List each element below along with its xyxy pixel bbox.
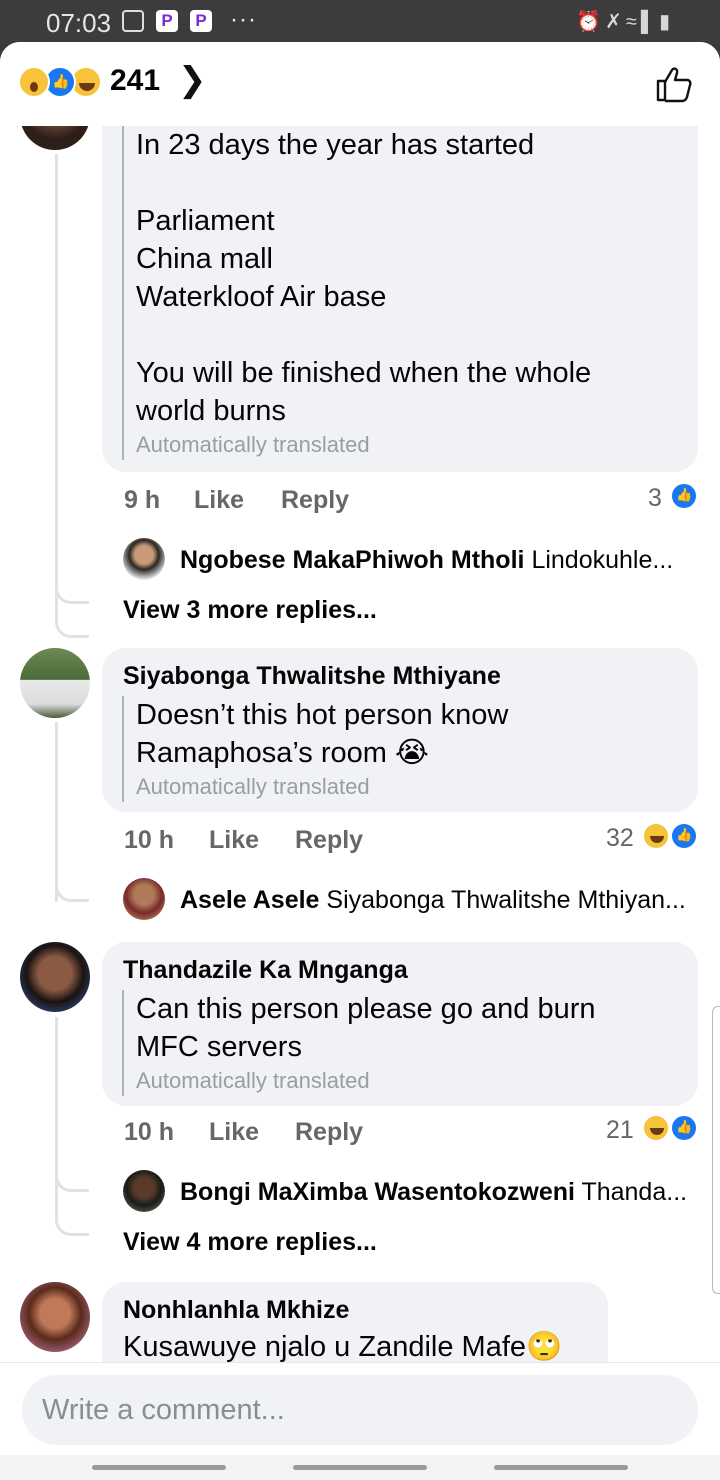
comments-sheet: 241 ❯ In 23 days the year has started Pa… <box>0 42 720 1480</box>
avatar[interactable] <box>20 648 90 718</box>
wow-reaction-icon <box>18 66 50 98</box>
comment-text: Doesn’t this hot person know Ramaphosa’s… <box>122 696 508 802</box>
reply-preview[interactable]: Asele Asele Siyabonga Thwalitshe Mthiyan… <box>180 886 686 915</box>
nav-back-button[interactable] <box>494 1465 628 1470</box>
wifi-icon: ≈ <box>625 11 641 33</box>
thread-connector <box>55 872 89 902</box>
mute-icon: ✗ <box>605 11 626 33</box>
reply-button[interactable]: Reply <box>295 826 363 855</box>
like-button[interactable]: Like <box>209 1118 259 1147</box>
reaction-count[interactable]: 3 <box>648 484 662 513</box>
like-button[interactable]: Like <box>209 826 259 855</box>
comment-bubble: In 23 days the year has started Parliame… <box>102 82 698 472</box>
status-time: 07:03 <box>46 8 112 38</box>
reaction-count[interactable]: 21 <box>606 1116 634 1145</box>
comment-composer <box>0 1362 720 1480</box>
avatar[interactable] <box>123 538 165 580</box>
translated-note[interactable]: Automatically translated <box>136 430 591 460</box>
status-bar: 07:03 P P ··· ⏰✗≈▌▮ <box>0 0 720 44</box>
comment-time: 10 h <box>124 1118 175 1146</box>
thread-connector <box>55 1172 89 1236</box>
gallery-icon <box>122 10 144 32</box>
more-dots-icon: ··· <box>230 6 257 33</box>
avatar[interactable] <box>20 1282 90 1352</box>
reaction-count[interactable]: 32 <box>606 824 634 853</box>
comment-bubble: Siyabonga Thwalitshe Mthiyane Doesn’t th… <box>102 648 698 812</box>
like-button[interactable]: Like <box>194 486 244 515</box>
like-thumb-icon[interactable] <box>654 64 694 104</box>
like-reaction-icon <box>670 822 698 850</box>
nav-recent-button[interactable] <box>92 1465 226 1470</box>
haha-reaction-icon <box>642 1114 670 1142</box>
reaction-count[interactable]: 241 <box>110 64 160 98</box>
comment-text: Kusawuye njalo u Zandile Mafe🙄 <box>123 1331 563 1363</box>
sheet-header: 241 ❯ <box>0 42 720 126</box>
comment-input[interactable] <box>42 1375 672 1445</box>
signal-icon: ▌ <box>640 11 659 33</box>
reply-preview[interactable]: Bongi MaXimba Wasentokozweni Thanda... <box>180 1178 687 1207</box>
system-status-icons: ⏰✗≈▌▮ <box>576 9 674 34</box>
like-reaction-icon <box>670 482 698 510</box>
commenter-name[interactable]: Siyabonga Thwalitshe Mthiyane <box>123 662 501 691</box>
thread-line <box>55 154 58 606</box>
avatar[interactable] <box>20 942 90 1012</box>
reply-button[interactable]: Reply <box>295 1118 363 1147</box>
like-reaction-icon <box>670 1114 698 1142</box>
comment-bubble: Thandazile Ka Mnganga Can this person pl… <box>102 942 698 1106</box>
comment-time: 10 h <box>124 826 175 854</box>
view-more-replies-link[interactable]: View 4 more replies... <box>123 1228 377 1257</box>
scrollbar[interactable] <box>712 1006 720 1294</box>
commenter-name[interactable]: Nonhlanhla Mkhize <box>123 1296 349 1325</box>
reply-preview[interactable]: Ngobese MakaPhiwoh Mtholi Lindokuhle... <box>180 546 673 575</box>
p-app-icon: P <box>190 10 212 32</box>
thread-connector <box>55 578 89 638</box>
chevron-right-icon[interactable]: ❯ <box>178 60 207 100</box>
alarm-icon: ⏰ <box>576 11 606 33</box>
translated-note[interactable]: Automatically translated <box>136 772 508 802</box>
haha-reaction-icon <box>642 822 670 850</box>
comment-input-field[interactable] <box>22 1375 698 1445</box>
nav-home-button[interactable] <box>293 1465 427 1470</box>
avatar[interactable] <box>123 878 165 920</box>
comment-text: Can this person please go and burn MFC s… <box>122 990 595 1096</box>
p-app-icon: P <box>156 10 178 32</box>
system-nav-bar <box>0 1455 720 1480</box>
translated-note[interactable]: Automatically translated <box>136 1066 595 1096</box>
comment-text: In 23 days the year has started Parliame… <box>122 126 591 460</box>
avatar[interactable] <box>123 1170 165 1212</box>
comment-time: 9 h <box>124 486 161 514</box>
battery-icon: ▮ <box>658 11 674 33</box>
commenter-name[interactable]: Thandazile Ka Mnganga <box>123 956 408 985</box>
view-more-replies-link[interactable]: View 3 more replies... <box>123 596 377 625</box>
reply-button[interactable]: Reply <box>281 486 349 515</box>
